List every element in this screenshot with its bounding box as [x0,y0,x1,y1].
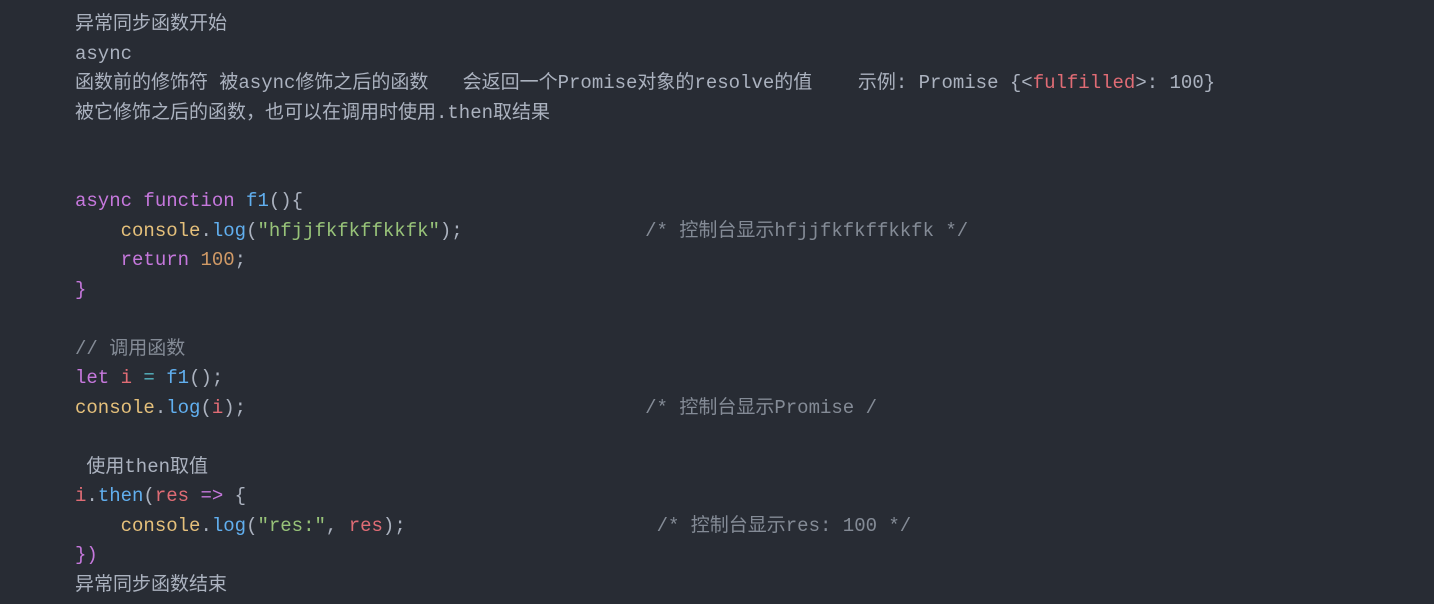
space [109,367,120,389]
pad [406,515,657,537]
code-line[interactable]: 异常同步函数结束 [75,571,1434,601]
space [132,190,143,212]
function-call: f1 [166,367,189,389]
punct: ( [246,220,257,242]
code-editor[interactable]: 异常同步函数开始 async 函数前的修饰符 被async修饰之后的函数 会返回… [75,10,1434,600]
keyword-let: let [75,367,109,389]
comma: , [326,515,349,537]
punct: ); [440,220,463,242]
code-line-empty[interactable] [75,305,1434,335]
string-literal: "res:" [257,515,325,537]
equals: = [132,367,166,389]
punct: ); [383,515,406,537]
variable: res [349,515,383,537]
code-text: 被它修饰之后的函数，也可以在调用时使用.then取结果 [75,102,550,124]
punct: ( [143,485,154,507]
punct: ); [223,397,246,419]
dot: . [86,485,97,507]
space [75,456,86,478]
keyword-function: function [143,190,234,212]
method-log: log [166,397,200,419]
object-console: console [75,397,155,419]
pad [246,397,645,419]
dot: . [200,220,211,242]
code-text: 异常同步函数开始 [75,13,227,35]
arrow: => [189,485,235,507]
indent [75,515,121,537]
code-text: 异常同步函数结束 [75,574,227,596]
comment: /* 控制台显示res: 100 */ [657,515,912,537]
code-line[interactable]: console.log(i); /* 控制台显示Promise / [75,394,1434,424]
code-line[interactable]: console.log("res:", res); /* 控制台显示res: 1… [75,512,1434,542]
brace-paren-close: }) [75,544,98,566]
indent [75,249,121,271]
code-text: 使用then取值 [86,456,208,478]
code-line[interactable]: // 调用函数 [75,335,1434,365]
punct: (); [189,367,223,389]
method-log: log [212,515,246,537]
code-line[interactable]: console.log("hfjjfkfkffkkfk"); /* 控制台显示h… [75,217,1434,247]
dot: . [155,397,166,419]
space [235,190,246,212]
function-name: f1 [246,190,269,212]
code-line[interactable]: 被它修饰之后的函数，也可以在调用时使用.then取结果 [75,99,1434,129]
pad [463,220,645,242]
code-line[interactable]: } [75,276,1434,306]
space [189,249,200,271]
object-console: console [121,515,201,537]
punct: ( [246,515,257,537]
code-line[interactable]: let i = f1(); [75,364,1434,394]
string-literal: "hfjjfkfkffkkfk" [257,220,439,242]
keyword-return: return [121,249,189,271]
code-line[interactable]: 异常同步函数开始 [75,10,1434,40]
code-line[interactable]: }) [75,541,1434,571]
number-literal: 100 [200,249,234,271]
comment: // 调用函数 [75,338,185,360]
code-text: >: 100} [1135,72,1215,94]
variable: i [75,485,86,507]
code-line[interactable]: 使用then取值 [75,453,1434,483]
code-line[interactable]: i.then(res => { [75,482,1434,512]
code-text: 函数前的修饰符 被async修饰之后的函数 会返回一个Promise对象的res… [75,72,1033,94]
code-text: fulfilled [1033,72,1136,94]
comment: /* 控制台显示Promise / [645,397,877,419]
indent [75,220,121,242]
code-line[interactable]: 函数前的修饰符 被async修饰之后的函数 会返回一个Promise对象的res… [75,69,1434,99]
method-log: log [212,220,246,242]
code-line[interactable]: async [75,40,1434,70]
code-line[interactable]: async function f1(){ [75,187,1434,217]
code-line[interactable]: return 100; [75,246,1434,276]
method-then: then [98,485,144,507]
brace-close: } [75,279,86,301]
param: res [155,485,189,507]
code-line-empty[interactable] [75,158,1434,188]
variable: i [121,367,132,389]
code-line-empty[interactable] [75,128,1434,158]
object-console: console [121,220,201,242]
variable: i [212,397,223,419]
comment: /* 控制台显示hfjjfkfkffkkfk */ [645,220,968,242]
punct: ; [235,249,246,271]
code-text: async [75,43,132,65]
punct: ( [200,397,211,419]
keyword-async: async [75,190,132,212]
dot: . [200,515,211,537]
punct: (){ [269,190,303,212]
code-line-empty[interactable] [75,423,1434,453]
brace-open: { [235,485,246,507]
